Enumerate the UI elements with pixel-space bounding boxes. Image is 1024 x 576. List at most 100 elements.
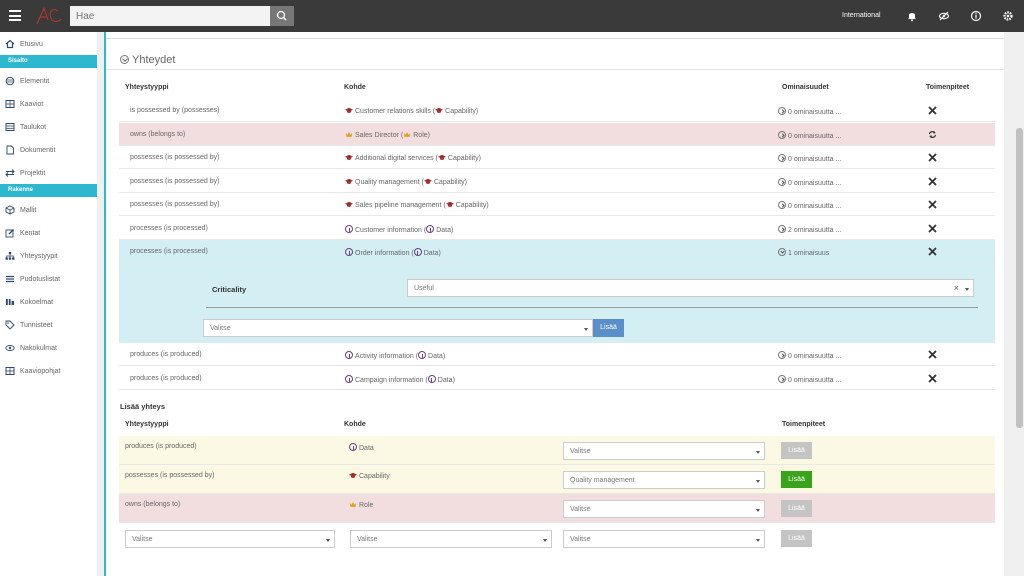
add-relation-button[interactable]: Lisää — [781, 500, 812, 517]
relation-target[interactable]: Customer information (Data) — [345, 225, 453, 234]
target-type: Role — [349, 501, 373, 509]
header-properties: Ominaisuudet — [782, 84, 829, 91]
section-title[interactable]: Yhteydet — [120, 54, 175, 66]
remove-icon[interactable] — [928, 200, 937, 209]
criticality-select[interactable]: Useful × — [407, 279, 974, 297]
relation-target[interactable]: Activity information (Data) — [345, 351, 445, 360]
sidebar-item-label: Pudotuslistat — [20, 276, 61, 283]
info-icon[interactable] — [970, 10, 982, 22]
add-header-type: Yhteystyyppi — [125, 421, 169, 428]
document-icon — [6, 145, 14, 155]
properties-link[interactable]: 1 ominaisuus — [778, 248, 829, 257]
target-kind: Capability — [447, 155, 479, 162]
remove-icon[interactable] — [928, 224, 937, 233]
relation-target[interactable]: Quality management (Capability) — [345, 178, 467, 186]
collapse-icon[interactable] — [120, 55, 129, 64]
relation-target[interactable]: Order information (Data) — [345, 248, 441, 257]
properties-link[interactable]: 0 ominaisuutta ... — [778, 178, 841, 187]
target-name: Activity information — [355, 353, 414, 360]
relation-type: processes (is processed) — [130, 248, 208, 255]
target-name: Campaign information — [355, 377, 424, 384]
properties-link[interactable]: 0 ominaisuutta ... — [778, 201, 841, 210]
add-relation-row: produces (is produced) Data Valitse Lisää — [119, 436, 995, 465]
sidebar-item-etusivu[interactable]: Etusivu — [0, 33, 97, 55]
target-type-select[interactable]: Valitse — [350, 530, 552, 548]
table-row: possesses (is possessed by) Quality manag… — [119, 170, 995, 193]
sidebar-item-kaaviot[interactable]: Kaaviot — [0, 93, 97, 115]
relation-target[interactable]: Sales pipeline management (Capability) — [345, 201, 489, 209]
sidebar-item-label: Taulukot — [20, 124, 47, 131]
data-icon — [345, 248, 353, 256]
sidebar-item-kentat[interactable]: Kentat — [0, 222, 97, 244]
target-element-select[interactable]: Valitse — [563, 530, 765, 548]
settings-icon[interactable] — [1002, 10, 1014, 22]
data-icon — [349, 443, 357, 451]
capability-icon — [345, 201, 353, 207]
remove-icon[interactable] — [928, 374, 937, 383]
properties-link[interactable]: 0 ominaisuutta ... — [778, 107, 841, 116]
table-row: possesses (is possessed by) Additional di… — [119, 146, 995, 169]
sidebar-item-dokumentit[interactable]: Dokumentit — [0, 139, 97, 161]
target-element-select[interactable]: Quality management — [563, 471, 765, 489]
scrollbar[interactable] — [1015, 32, 1024, 576]
app-logo[interactable] — [34, 4, 64, 28]
relation-target[interactable]: Campaign information (Data) — [345, 375, 455, 384]
sidebar-item-label: Dokumentit — [20, 147, 56, 154]
refresh-icon[interactable] — [928, 130, 937, 139]
search-button[interactable] — [270, 6, 294, 26]
target-type: Data — [349, 443, 374, 452]
sidebar-item-pudotuslistat[interactable]: Pudotuslistat — [0, 268, 97, 290]
eye-slash-icon[interactable] — [938, 10, 950, 22]
sidebar-item-mallit[interactable]: Mallit — [0, 199, 97, 221]
role-icon — [349, 502, 357, 507]
sidebar-item-kaaviopohjat[interactable]: Kaaviopohjat — [0, 360, 97, 382]
search-input[interactable] — [70, 6, 270, 26]
target-element-select[interactable]: Valitse — [563, 500, 765, 518]
property-select[interactable]: Valitse — [203, 319, 593, 337]
sidebar-item-tunnisteet[interactable]: Tunnisteet — [0, 314, 97, 336]
chevron-right-icon — [778, 131, 786, 139]
target-element-select[interactable]: Valitse — [563, 442, 765, 460]
remove-icon[interactable] — [928, 106, 937, 115]
relation-target[interactable]: Customer relations skills (Capability) — [345, 107, 478, 115]
relation-type: possesses (is possessed by) — [130, 201, 220, 208]
sidebar-item-kokoelmat[interactable]: Kokoelmat — [0, 291, 97, 313]
remove-icon[interactable] — [928, 177, 937, 186]
chevron-right-icon — [778, 201, 786, 209]
sidebar-item-yhteystyypit[interactable]: Yhteystyypit — [0, 245, 97, 267]
relation-target[interactable]: Additional digital services (Capability) — [345, 154, 481, 162]
add-relation-button[interactable]: Lisää — [781, 471, 812, 488]
relation-type: produces (is produced) — [125, 443, 197, 450]
target-kind: Role — [413, 132, 428, 139]
table-icon — [5, 123, 15, 131]
remove-icon[interactable] — [928, 247, 937, 256]
sidebar-item-elementit[interactable]: Elementit — [0, 70, 97, 92]
add-property-button[interactable]: Lisää — [593, 319, 624, 337]
chevron-down-icon — [756, 480, 760, 483]
properties-link[interactable]: 0 ominaisuutta ... — [778, 131, 841, 140]
properties-link[interactable]: 0 ominaisuutta ... — [778, 375, 841, 384]
add-header-actions: Toimenpiteet — [782, 421, 826, 428]
data-icon — [427, 375, 436, 383]
chevron-right-icon — [778, 225, 786, 233]
sidebar-item-taulukot[interactable]: Taulukot — [0, 116, 97, 138]
add-relation-button[interactable]: Lisää — [781, 530, 812, 547]
properties-link[interactable]: 0 ominaisuutta ... — [778, 351, 841, 360]
properties-link[interactable]: 0 ominaisuutta ... — [778, 154, 841, 163]
remove-icon[interactable] — [928, 350, 937, 359]
bell-icon[interactable] — [906, 10, 918, 22]
menu-icon[interactable] — [9, 10, 21, 21]
chevron-right-icon — [778, 107, 786, 115]
properties-link[interactable]: 2 ominaisuutta ... — [778, 225, 841, 234]
clear-icon[interactable]: × — [954, 283, 959, 293]
sidebar-item-nakokulmat[interactable]: Nakokulmat — [0, 337, 97, 359]
relation-target[interactable]: Sales Director (Role) — [345, 131, 430, 139]
add-relation-button[interactable]: Lisää — [781, 442, 812, 459]
remove-icon[interactable] — [928, 153, 937, 162]
scrollbar-thumb[interactable] — [1016, 128, 1023, 428]
sidebar-item-projektit[interactable]: Projektit — [0, 162, 97, 184]
relation-type-select[interactable]: Valitse — [125, 530, 335, 548]
chevron-down-icon — [965, 288, 969, 291]
diagram-icon — [5, 100, 15, 108]
tenant-selector[interactable]: International — [842, 12, 881, 19]
